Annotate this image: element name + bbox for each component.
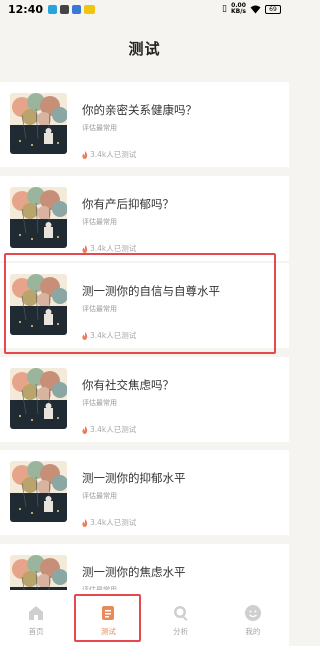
bottom-nav: 首页 测试 分析 我的 (0, 590, 289, 646)
analysis-icon (173, 606, 188, 621)
test-thumbnail (10, 555, 67, 590)
test-subtitle: 评估最常用 (82, 399, 117, 407)
test-count-text: 3.4k人已测试 (90, 518, 137, 527)
battery-icon: 69 (265, 4, 281, 14)
home-icon (29, 606, 44, 620)
test-count: 3.4k人已测试 (82, 330, 136, 341)
flame-icon (82, 518, 88, 527)
nav-analysis-label: 分析 (173, 627, 189, 636)
telegram-icon (48, 4, 58, 14)
test-card[interactable]: 你有产后抑郁吗？ 评估最常用 3.4k人已测试 (0, 176, 289, 261)
test-icon (102, 606, 115, 620)
test-thumbnail (10, 187, 67, 248)
test-count: 3.4k人已测试 (82, 243, 136, 254)
nav-analysis[interactable]: 分析 (145, 590, 217, 646)
page-title: 测试 (128, 39, 161, 58)
wifi-icon (250, 5, 261, 13)
test-count-text: 3.4k人已测试 (90, 425, 137, 434)
status-time: 12:40 (8, 2, 44, 16)
nav-test[interactable]: 测试 (72, 590, 144, 646)
test-title: 测一测你的抑郁水平 (82, 471, 186, 485)
test-count-text: 3.4k人已测试 (90, 244, 137, 253)
test-subtitle: 评估最常用 (82, 305, 117, 313)
flame-icon (82, 244, 88, 253)
test-count: 3.4k人已测试 (82, 424, 136, 435)
nav-profile-label: 我的 (245, 627, 261, 636)
test-thumbnail (10, 274, 67, 335)
test-thumbnail (10, 461, 67, 522)
test-title: 你有产后抑郁吗？ (82, 197, 174, 211)
nav-home[interactable]: 首页 (0, 590, 72, 646)
test-count-text: 3.4k人已测试 (90, 150, 137, 159)
test-card[interactable]: 你有社交焦虑吗？ 评估最常用 3.4k人已测试 (0, 357, 289, 442)
mail-icon (60, 4, 70, 14)
test-card[interactable]: 测一测你的抑郁水平 评估最常用 3.4k人已测试 (0, 450, 289, 535)
nav-profile[interactable]: 我的 (217, 590, 289, 646)
test-title: 测一测你的焦虑水平 (82, 565, 186, 579)
test-list[interactable]: 你的亲密关系健康吗？ 评估最常用 3.4k人已测试 你有产后抑郁吗？ 评估最常用… (0, 82, 289, 590)
test-title: 你有社交焦虑吗？ (82, 378, 174, 392)
test-count: 3.4k人已测试 (82, 517, 136, 528)
app-icon (72, 4, 82, 14)
vibrate-icon: ▯ (222, 4, 227, 14)
page-header: 测试 (0, 18, 289, 78)
flame-icon (82, 331, 88, 340)
test-subtitle: 评估最常用 (82, 218, 117, 226)
profile-icon (244, 605, 261, 621)
status-bar: 12:40 ▯ 0.00 KB/s 69 (0, 0, 289, 18)
battery-level: 69 (269, 5, 277, 13)
test-thumbnail (10, 93, 67, 154)
test-thumbnail (10, 368, 67, 429)
test-card[interactable]: 测一测你的焦虑水平 评估最常用 3.4k人已测试 (0, 544, 289, 590)
test-title: 你的亲密关系健康吗？ (82, 103, 197, 117)
test-card[interactable]: 测一测你的自信与自尊水平 评估最常用 3.4k人已测试 (0, 263, 289, 348)
flame-icon (82, 150, 88, 159)
status-right: ▯ 0.00 KB/s 69 (222, 3, 281, 15)
test-title: 测一测你的自信与自尊水平 (82, 284, 220, 298)
notification-icon (84, 4, 96, 14)
nav-home-label: 首页 (28, 627, 44, 636)
screen: 12:40 ▯ 0.00 KB/s 69 测试 你的亲密关系健康吗？ 评估最常用… (0, 0, 289, 646)
net-speed: 0.00 KB/s (231, 3, 246, 15)
nav-test-label: 测试 (100, 627, 116, 636)
test-subtitle: 评估最常用 (82, 124, 117, 132)
flame-icon (82, 425, 88, 434)
test-card[interactable]: 你的亲密关系健康吗？ 评估最常用 3.4k人已测试 (0, 82, 289, 167)
test-count: 3.4k人已测试 (82, 149, 136, 160)
test-subtitle: 评估最常用 (82, 492, 117, 500)
net-speed-unit: KB/s (231, 8, 246, 15)
test-count-text: 3.4k人已测试 (90, 331, 137, 340)
